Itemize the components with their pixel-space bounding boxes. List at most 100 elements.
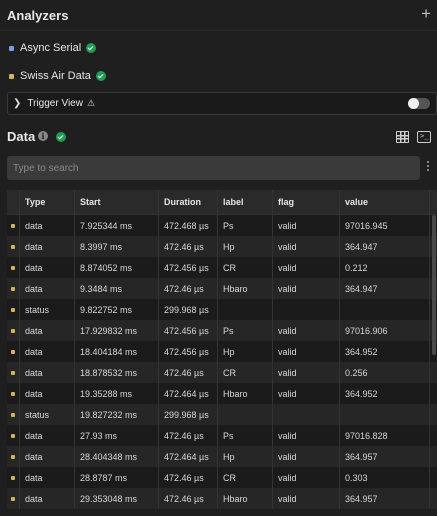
cell-type: data — [20, 257, 75, 278]
info-icon[interactable]: i — [38, 131, 48, 141]
cell-flag: valid — [273, 362, 340, 383]
column-header-flag[interactable]: flag — [273, 190, 340, 214]
column-header-start[interactable]: Start — [75, 190, 159, 214]
table-row[interactable]: data 9.3484 ms 472.46 µs Hbaro valid 364.947 — [7, 278, 437, 299]
cell-start: 18.404184 ms — [75, 341, 159, 362]
analyzer-label: Async Serial — [20, 42, 82, 54]
more-options-icon[interactable] — [427, 161, 430, 175]
column-header-duration[interactable]: Duration — [159, 190, 218, 214]
row-marker-icon — [11, 349, 15, 354]
table-row[interactable]: data 18.878532 ms 472.46 µs CR valid 0.256 — [7, 362, 437, 383]
cell-start: 19.827232 ms — [75, 404, 159, 425]
table-row[interactable]: data 28.8787 ms 472.46 µs CR valid 0.303 — [7, 467, 437, 488]
row-marker-icon — [11, 454, 15, 459]
cell-duration: 472.456 µs — [159, 341, 218, 362]
row-marker-cell — [7, 215, 20, 236]
cell-type: data — [20, 320, 75, 341]
search-input[interactable] — [7, 156, 420, 180]
cell-start: 28.8787 ms — [75, 467, 159, 488]
table-view-icon[interactable] — [396, 131, 409, 143]
cell-start: 8.874052 ms — [75, 257, 159, 278]
chevron-right-icon[interactable]: ❯ — [13, 98, 21, 109]
color-swatch-icon — [9, 73, 14, 79]
cell-type: status — [20, 404, 75, 425]
column-header-value[interactable]: value — [340, 190, 430, 214]
row-marker-cell — [7, 299, 20, 320]
row-marker-icon — [11, 265, 15, 270]
cell-duration: 472.46 µs — [159, 425, 218, 446]
cell-label — [218, 299, 273, 320]
table-row[interactable]: data 18.404184 ms 472.456 µs Hp valid 364.952 — [7, 341, 437, 362]
check-circle-icon — [86, 43, 97, 53]
analyzer-item-async-serial[interactable]: Async Serial — [9, 40, 97, 56]
check-circle-icon — [56, 132, 66, 142]
cell-start: 18.878532 ms — [75, 362, 159, 383]
cell-start: 8.3997 ms — [75, 236, 159, 257]
cell-type: data — [20, 383, 75, 404]
table-body: data 7.925344 ms 472.468 µs Ps valid 97016.94… — [7, 215, 437, 509]
row-marker-icon — [11, 370, 15, 375]
row-marker-cell — [7, 341, 20, 362]
table-row[interactable]: data 7.925344 ms 472.468 µs Ps valid 97016.94… — [7, 215, 437, 236]
analyzers-header: Analyzers + — [0, 0, 437, 32]
table-scrollbar[interactable] — [432, 215, 436, 355]
table-row[interactable]: status 19.827232 ms 299.968 µs — [7, 404, 437, 425]
cell-duration: 472.46 µs — [159, 278, 218, 299]
terminal-view-icon[interactable]: >_ — [417, 131, 431, 143]
analyzer-item-swiss-air-data[interactable]: Swiss Air Data — [9, 68, 106, 84]
table-row[interactable]: data 28.404348 ms 472.464 µs Hp valid 364.957 — [7, 446, 437, 467]
cell-value: 97016.945 — [340, 215, 430, 236]
cell-start: 17.929832 ms — [75, 320, 159, 341]
cell-value: 364.952 — [340, 383, 430, 404]
trigger-view-panel[interactable]: ❯ Trigger View ⚠ — [7, 92, 437, 115]
cell-label: Hp — [218, 446, 273, 467]
cell-value: 0.212 — [340, 257, 430, 278]
cell-start: 28.404348 ms — [75, 446, 159, 467]
header-divider — [0, 30, 437, 31]
cell-value — [340, 404, 430, 425]
row-marker-icon — [11, 286, 15, 291]
cell-flag: valid — [273, 320, 340, 341]
table-row[interactable]: data 29.353048 ms 472.46 µs Hbaro valid 364.9… — [7, 488, 437, 509]
row-marker-cell — [7, 446, 20, 467]
cell-duration: 472.46 µs — [159, 467, 218, 488]
cell-flag: valid — [273, 341, 340, 362]
cell-flag: valid — [273, 446, 340, 467]
cell-label: Hbaro — [218, 488, 273, 509]
cell-flag: valid — [273, 236, 340, 257]
row-marker-icon — [11, 307, 15, 312]
cell-label: CR — [218, 467, 273, 488]
row-marker-cell — [7, 404, 20, 425]
cell-type: data — [20, 467, 75, 488]
row-marker-cell — [7, 488, 20, 509]
toggle-knob — [408, 98, 419, 109]
table-row[interactable]: data 17.929832 ms 472.456 µs Ps valid 97016.9… — [7, 320, 437, 341]
table-row[interactable]: data 8.874052 ms 472.456 µs CR valid 0.212 — [7, 257, 437, 278]
cell-label: Hp — [218, 341, 273, 362]
trigger-view-toggle[interactable] — [408, 98, 430, 109]
table-row[interactable]: status 9.822752 ms 299.968 µs — [7, 299, 437, 320]
table-row[interactable]: data 19.35288 ms 472.464 µs Hbaro valid 364.9… — [7, 383, 437, 404]
table-row[interactable]: data 27.93 ms 472.46 µs Ps valid 97016.828 — [7, 425, 437, 446]
row-marker-cell — [7, 362, 20, 383]
row-marker-cell — [7, 383, 20, 404]
add-analyzer-button[interactable]: + — [421, 4, 431, 24]
cell-value: 364.957 — [340, 488, 430, 509]
row-marker-icon — [11, 433, 15, 438]
row-marker-icon — [11, 244, 15, 249]
table-row[interactable]: data 8.3997 ms 472.46 µs Hp valid 364.947 — [7, 236, 437, 257]
row-marker-cell — [7, 425, 20, 446]
cell-duration: 299.968 µs — [159, 404, 218, 425]
row-marker-icon — [11, 328, 15, 333]
cell-value — [340, 299, 430, 320]
column-header-type[interactable]: Type — [20, 190, 75, 214]
cell-type: data — [20, 341, 75, 362]
cell-type: data — [20, 362, 75, 383]
cell-type: data — [20, 425, 75, 446]
column-header-label[interactable]: label — [218, 190, 273, 214]
cell-start: 9.822752 ms — [75, 299, 159, 320]
cell-start: 27.93 ms — [75, 425, 159, 446]
cell-value: 97016.906 — [340, 320, 430, 341]
cell-type: status — [20, 299, 75, 320]
row-marker-icon — [11, 223, 15, 228]
